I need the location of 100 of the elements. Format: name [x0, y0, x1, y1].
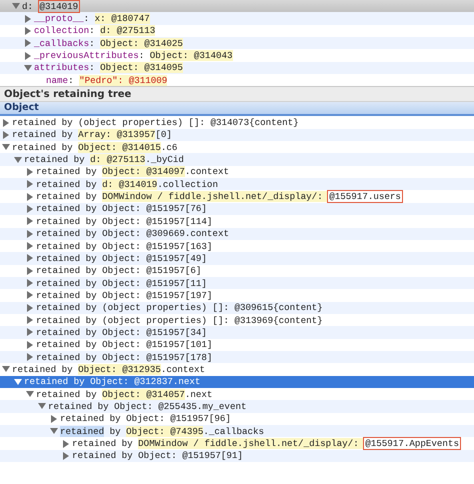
tree-row[interactable]: retained by Object: @151957[91] [0, 450, 474, 462]
triangle-right-icon[interactable] [26, 180, 34, 188]
tree-row[interactable]: retained by Object: @151957[178] [0, 350, 474, 364]
triangle-down-icon[interactable] [14, 378, 22, 386]
row-text: retained by Object: @74395._callbacks [60, 426, 264, 437]
row-text: retained by Object: @314015.c6 [12, 142, 178, 153]
tree-row[interactable]: retained by Object: @151957[6] [0, 264, 474, 277]
row-text: d: @314019 [22, 0, 80, 12]
tree-row[interactable]: retained by Object: @314015.c6 [0, 141, 474, 154]
triangle-right-icon[interactable] [62, 452, 70, 460]
triangle-right-icon[interactable] [26, 230, 34, 238]
row-text: retained by (object properties) []: @313969{content} [36, 314, 323, 326]
tree-row[interactable]: retained by d: @314019.collection [0, 178, 474, 190]
row-text: attributes: Object: @314095 [34, 62, 183, 74]
row-text: retained by Object: @151957[34] [36, 326, 207, 338]
tree-row[interactable]: retained by Object: @314097.context [0, 166, 474, 178]
triangle-right-icon[interactable] [2, 130, 10, 139]
row-text: retained by (object properties) []: @314073{content} [12, 117, 299, 128]
tree-row[interactable]: retained by (object properties) []: @313969{content} [0, 314, 474, 326]
triangle-right-icon[interactable] [26, 304, 34, 312]
row-text: retained by Array: @313957[0] [12, 129, 172, 140]
triangle-down-icon[interactable] [26, 390, 34, 398]
row-text: retained by (object properties) []: @309615{content} [36, 302, 323, 314]
row-text: retained by Object: @151957[96] [60, 413, 231, 424]
row-text: retained by Object: @151957[114] [36, 216, 212, 227]
tree-row[interactable]: retained by DOMWindow / fiddle.jshell.net/_display/: @155917.users [0, 190, 474, 203]
row-text: retained by DOMWindow / fiddle.jshell.net/_display/: @155917.AppEvents [72, 438, 460, 450]
triangle-right-icon[interactable] [26, 266, 34, 275]
tree-row[interactable]: retained by Object: @309669.context [0, 228, 474, 240]
row-text: __proto__: x: @180747 [34, 13, 150, 24]
row-text: retained by Object: @151957[49] [36, 252, 207, 264]
row-text: retained by Object: @151957[11] [36, 278, 207, 289]
triangle-right-icon[interactable] [26, 340, 34, 349]
triangle-right-icon[interactable] [26, 353, 34, 362]
tree-row[interactable]: name: "Pedro": @311009 [0, 74, 474, 86]
triangle-right-icon[interactable] [26, 291, 34, 300]
tree-row[interactable]: retained by Array: @313957[0] [0, 128, 474, 142]
triangle-down-icon[interactable] [2, 365, 10, 374]
triangle-down-icon[interactable] [12, 2, 20, 10]
triangle-right-icon[interactable] [26, 204, 34, 213]
triangle-down-icon[interactable] [38, 402, 46, 410]
row-text: retained by Object: @314057.next [36, 388, 212, 400]
triangle-right-icon[interactable] [24, 39, 32, 48]
triangle-right-icon[interactable] [26, 168, 34, 176]
row-text: retained by d: @275113._byCid [24, 154, 184, 166]
column-header[interactable]: Object [0, 102, 474, 116]
row-text: retained by Object: @151957[163] [36, 240, 212, 252]
tree-row[interactable]: retained by Object: @151957[197] [0, 289, 474, 302]
section-title: Object's retaining tree [4, 89, 132, 100]
tree-row[interactable]: retained by Object: @151957[114] [0, 215, 474, 228]
row-text: retained by Object: @151957[101] [36, 339, 212, 350]
tree-row[interactable]: retained by (object properties) []: @309615{content} [0, 302, 474, 314]
tree-row[interactable]: retained by Object: @151957[34] [0, 326, 474, 339]
tree-row[interactable]: retained by Object: @74395._callbacks [0, 425, 474, 438]
row-text: retained by d: @314019.collection [36, 178, 218, 190]
triangle-right-icon[interactable] [26, 242, 34, 250]
triangle-right-icon[interactable] [62, 440, 70, 448]
tree-row[interactable]: d: @314019 [0, 0, 474, 12]
tree-row[interactable]: retained by Object: @314057.next [0, 388, 474, 400]
row-text: _callbacks: Object: @314025 [34, 38, 183, 49]
row-text: retained by Object: @309669.context [36, 228, 229, 240]
triangle-down-icon[interactable] [2, 143, 10, 152]
tree-row[interactable]: __proto__: x: @180747 [0, 12, 474, 25]
triangle-right-icon[interactable] [24, 14, 32, 23]
triangle-right-icon[interactable] [26, 279, 34, 288]
triangle-right-icon[interactable] [26, 316, 34, 324]
row-text: retained by Object: @151957[91] [72, 450, 243, 462]
row-text: retained by DOMWindow / fiddle.jshell.net/_display/: @155917.users [36, 191, 402, 202]
tree-row[interactable]: attributes: Object: @314095 [0, 62, 474, 74]
tree-row[interactable]: retained by Object: @151957[101] [0, 338, 474, 351]
triangle-down-icon[interactable] [14, 156, 22, 164]
tree-row[interactable]: retained by Object: @312837.next [0, 376, 474, 388]
triangle-right-icon[interactable] [50, 414, 58, 423]
row-text: retained by Object: @312837.next [24, 376, 200, 388]
tree-row[interactable]: _callbacks: Object: @314025 [0, 37, 474, 50]
tree-row[interactable]: retained by Object: @151957[49] [0, 252, 474, 265]
tree-row[interactable]: retained by d: @275113._byCid [0, 153, 474, 166]
tree-row[interactable]: retained by Object: @151957[76] [0, 202, 474, 216]
triangle-right-icon[interactable] [26, 328, 34, 336]
triangle-down-icon[interactable] [24, 64, 32, 72]
row-text: retained by Object: @151957[6] [36, 265, 202, 276]
row-text: _previousAttributes: Object: @314043 [34, 50, 232, 62]
triangle-right-icon[interactable] [26, 192, 34, 201]
triangle-right-icon[interactable] [26, 254, 34, 262]
tree-row[interactable]: retained by DOMWindow / fiddle.jshell.net/_display/: @155917.AppEvents [0, 437, 474, 450]
tree-row[interactable]: retained by Object: @151957[163] [0, 240, 474, 252]
triangle-right-icon[interactable] [24, 52, 32, 60]
tree-row[interactable]: retained by (object properties) []: @314073{content} [0, 116, 474, 129]
row-text: retained by Object: @312935.context [12, 364, 205, 375]
tree-row[interactable]: retained by Object: @151957[11] [0, 276, 474, 290]
tree-row[interactable]: retained by Object: @312935.context [0, 363, 474, 376]
triangle-right-icon[interactable] [24, 26, 32, 35]
tree-row[interactable]: collection: d: @275113 [0, 24, 474, 38]
tree-row[interactable]: retained by Object: @255435.my_event [0, 400, 474, 413]
triangle-right-icon[interactable] [26, 217, 34, 226]
triangle-down-icon[interactable] [50, 427, 58, 436]
tree-row[interactable]: _previousAttributes: Object: @314043 [0, 49, 474, 62]
tree-row[interactable]: retained by Object: @151957[96] [0, 412, 474, 425]
triangle-right-icon[interactable] [2, 118, 10, 127]
row-text: retained by Object: @151957[197] [36, 290, 212, 301]
